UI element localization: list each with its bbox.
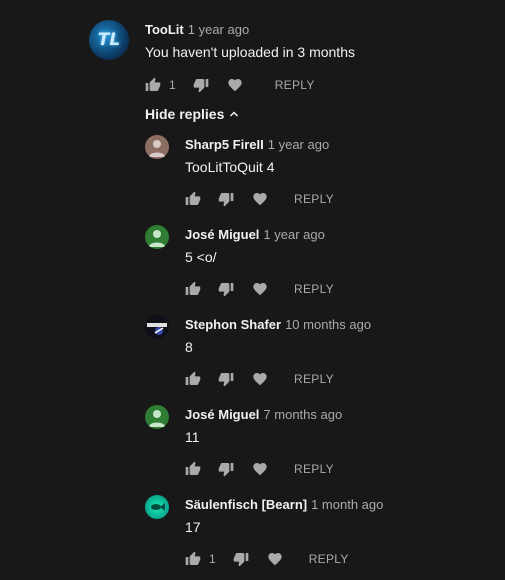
comment-text: You haven't uploaded in 3 months [145,44,355,60]
comment-timestamp[interactable]: 1 year ago [268,137,329,152]
comment-author[interactable]: Säulenfisch [Bearn] 1 month ago [185,497,383,512]
avatar[interactable]: TL [89,20,129,60]
thumbs-up-icon[interactable] [185,191,201,207]
thumbs-down-icon[interactable] [218,461,234,477]
reply-3: Stephon Shafer 10 months ago 8 REPLY [0,310,505,400]
thumbs-up-icon[interactable] [185,461,201,477]
comment-actions: 1 REPLY [145,75,315,95]
comment-timestamp[interactable]: 1 month ago [311,497,383,512]
person-icon [149,230,165,247]
hide-replies-button[interactable]: Hide replies [145,106,240,122]
comment-timestamp[interactable]: 10 months ago [285,317,371,332]
author-name[interactable]: José Miguel [185,407,259,422]
hide-replies-label: Hide replies [145,106,225,122]
comment-actions: REPLY [185,279,334,299]
author-name[interactable]: Stephon Shafer [185,317,281,332]
reply-button[interactable]: REPLY [294,372,334,386]
comment-timestamp[interactable]: 1 year ago [188,22,249,37]
person-icon [149,140,165,157]
reply-button[interactable]: REPLY [294,282,334,296]
avatar[interactable] [145,225,169,249]
thumbs-down-icon[interactable] [218,371,234,387]
thumbs-up-icon[interactable] [145,77,161,93]
comment-author[interactable]: TooLit 1 year ago [145,22,249,37]
thumbs-up-icon[interactable] [185,371,201,387]
comment-author[interactable]: José Miguel 7 months ago [185,407,342,422]
fish-icon [151,503,165,511]
reply-2: José Miguel 1 year ago 5 <o/ REPLY [0,220,505,310]
comment-actions: 1 REPLY [185,549,349,569]
avatar-logo-text: TL [97,30,121,50]
comment-text: 17 [185,519,201,535]
comment-text: 5 <o/ [185,249,217,265]
avatar[interactable] [145,405,169,429]
comment-author[interactable]: Stephon Shafer 10 months ago [185,317,371,332]
heart-icon[interactable] [252,371,268,387]
thumbs-down-icon[interactable] [218,281,234,297]
heart-icon[interactable] [227,77,243,93]
like-count: 1 [209,552,216,566]
comment-timestamp[interactable]: 1 year ago [263,227,324,242]
comment-author[interactable]: José Miguel 1 year ago [185,227,325,242]
comment-actions: REPLY [185,189,334,209]
reply-5: Säulenfisch [Bearn] 1 month ago 17 1 REPL… [0,490,505,580]
comment-timestamp[interactable]: 7 months ago [263,407,342,422]
author-name[interactable]: José Miguel [185,227,259,242]
heart-icon[interactable] [252,191,268,207]
avatar[interactable] [145,135,169,159]
reply-1: Sharp5 FireII 1 year ago TooLitToQuit 4 R… [0,130,505,220]
thumbs-down-icon[interactable] [218,191,234,207]
reply-4: José Miguel 7 months ago 11 REPLY [0,400,505,490]
comment-text: TooLitToQuit 4 [185,159,275,175]
reply-button[interactable]: REPLY [294,462,334,476]
thumbs-up-icon[interactable] [185,281,201,297]
comment-top: TL TooLit 1 year ago You haven't uploaded… [0,0,505,100]
author-name[interactable]: TooLit [145,22,184,37]
reply-button[interactable]: REPLY [294,192,334,206]
avatar[interactable] [145,495,169,519]
thumbs-down-icon[interactable] [233,551,249,567]
comment-actions: REPLY [185,459,334,479]
person-icon [149,410,165,427]
reply-button[interactable]: REPLY [309,552,349,566]
heart-icon[interactable] [252,281,268,297]
author-name[interactable]: Säulenfisch [Bearn] [185,497,307,512]
comment-actions: REPLY [185,369,334,389]
heart-icon[interactable] [252,461,268,477]
chevron-up-icon [230,111,239,117]
comment-text: 8 [185,339,193,355]
heart-icon[interactable] [267,551,283,567]
reply-button[interactable]: REPLY [275,78,315,92]
channel-logo-icon [147,323,167,335]
avatar[interactable] [145,315,169,339]
like-count: 1 [169,78,176,92]
thumbs-up-icon[interactable] [185,551,201,567]
comment-author[interactable]: Sharp5 FireII 1 year ago [185,137,329,152]
author-name[interactable]: Sharp5 FireII [185,137,264,152]
comment-text: 11 [185,429,200,445]
thumbs-down-icon[interactable] [193,77,209,93]
